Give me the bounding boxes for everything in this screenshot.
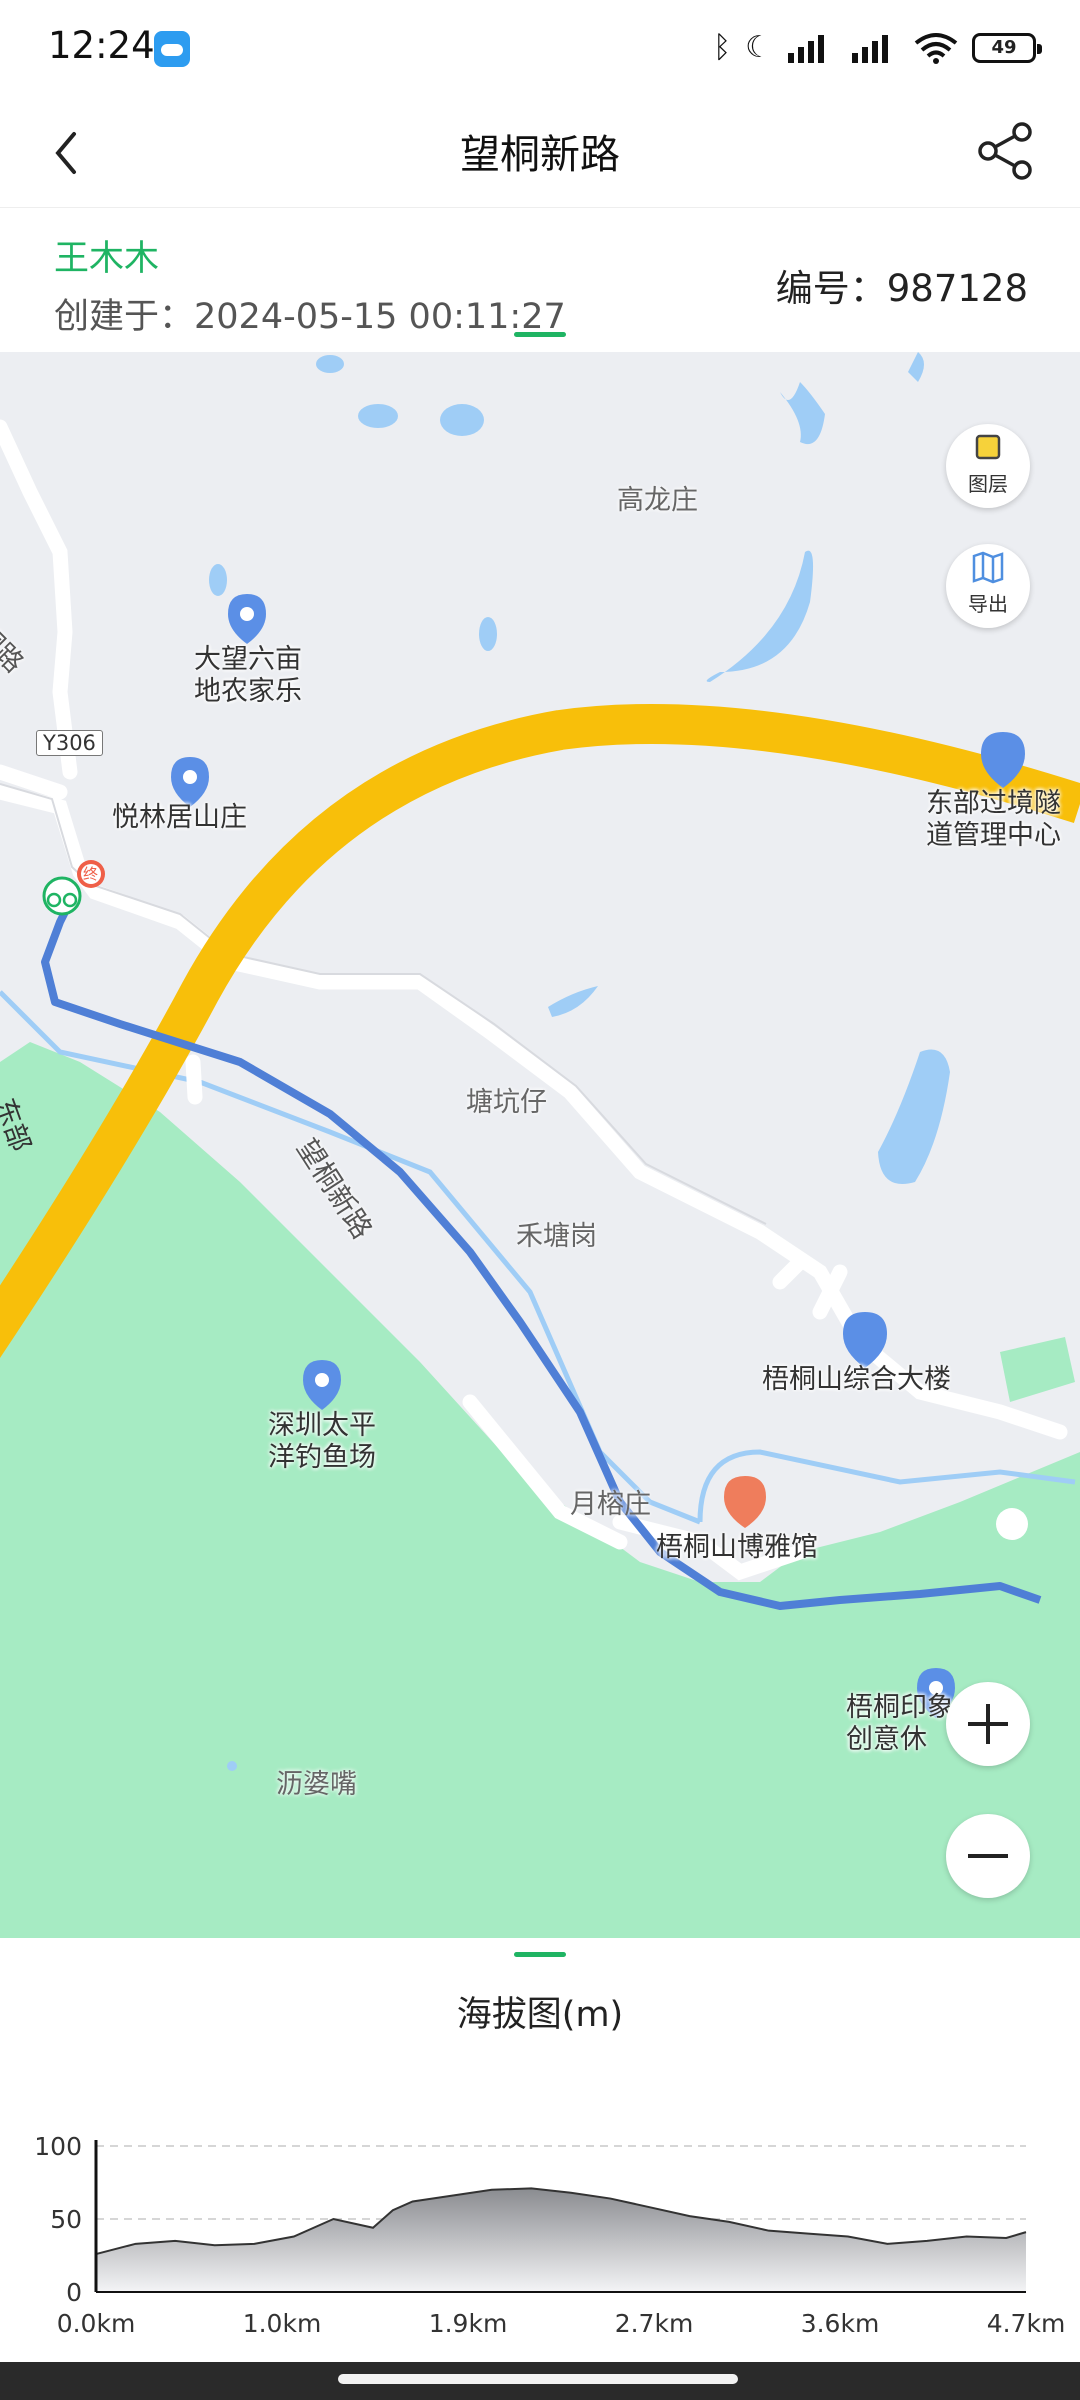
number-value: 987128 <box>886 267 1028 310</box>
layers-label: 图层 <box>968 472 1008 496</box>
created-at: 创建于：2024-05-15 00:11:27 <box>54 288 566 339</box>
signal-icon-2 <box>852 35 888 63</box>
y-tick-label: 50 <box>50 2205 82 2234</box>
signal-icon <box>788 35 824 63</box>
drag-indicator[interactable] <box>514 332 566 337</box>
x-tick-label: 0.0km <box>57 2309 136 2338</box>
zoom-out-button[interactable] <box>946 1814 1030 1898</box>
status-time: 12:24 <box>48 24 155 67</box>
zoom-in-button[interactable] <box>946 1682 1030 1766</box>
poi-tunnel-center[interactable]: 东部过境隧 道管理中心 <box>926 788 1080 852</box>
number-label: 编号： <box>775 267 887 310</box>
x-tick-label: 4.7km <box>987 2309 1066 2338</box>
poi-yuelin[interactable]: 悦林居山庄 <box>112 802 247 834</box>
battery-icon: 49 <box>972 33 1042 63</box>
place-label-lipozui: 沥婆嘴 <box>276 1769 357 1800</box>
cloud-app-icon <box>154 31 190 67</box>
place-label-gaolongzhuang: 高龙庄 <box>617 485 698 516</box>
export-label: 导出 <box>968 592 1008 616</box>
home-gesture-handle[interactable] <box>338 2374 738 2384</box>
road-label-y306: Y306 <box>36 730 103 756</box>
layers-icon <box>975 434 1001 460</box>
x-tick-label: 2.7km <box>615 2309 694 2338</box>
map-view[interactable]: 高龙庄 塘坑仔 禾塘岗 月榕庄 沥婆嘴 大望六亩 地农家乐 悦林居山庄 东部过境… <box>0 352 1080 1938</box>
y-tick-label: 100 <box>34 2132 82 2161</box>
created-value: 2024-05-15 00:11:27 <box>194 297 566 337</box>
x-tick-label: 3.6km <box>801 2309 880 2338</box>
place-label-tangkengzai: 塘坑仔 <box>466 1087 547 1118</box>
track-info: 王木木 创建于：2024-05-15 00:11:27 编号：987128 <box>0 208 1080 352</box>
share-button[interactable] <box>972 116 1042 186</box>
author-name[interactable]: 王木木 <box>54 230 159 281</box>
plus-icon <box>968 1704 1008 1744</box>
navigation-bar <box>0 2362 1080 2400</box>
place-label-yuerongzhuang: 月榕庄 <box>570 1489 651 1520</box>
status-bar: 12:24 ᛒ ☾ 49 <box>0 0 1080 96</box>
elevation-panel: 海拔图(m) 100 50 0 0.0km 1.0km 1.9km 2.7km 3.6km 4.… <box>0 1938 1080 2362</box>
x-tick-label: 1.9km <box>429 2309 508 2338</box>
status-icons: ᛒ ☾ 49 <box>713 26 1042 70</box>
elevation-chart: 100 50 00.0km 1.0km 1.9km 2.7km 3.6km 4.7km <box>34 2132 1066 2338</box>
poi-boya-museum[interactable]: 梧桐山博雅馆 <box>656 1532 818 1564</box>
export-button[interactable]: 导出 <box>946 544 1030 628</box>
poi-fishing-ground[interactable]: 深圳太平 洋钓鱼场 <box>250 1410 394 1474</box>
x-tick-label: 1.0km <box>243 2309 322 2338</box>
minus-icon <box>968 1854 1008 1858</box>
forest-patch <box>1000 1337 1075 1402</box>
record-number: 编号：987128 <box>776 258 1028 312</box>
top-bar: 望桐新路 <box>0 96 1080 208</box>
wifi-icon <box>914 33 958 64</box>
elevation-area <box>96 2188 1026 2292</box>
poi-farmhouse[interactable]: 大望六亩 地农家乐 <box>176 644 320 708</box>
poi-wutong-building[interactable]: 梧桐山综合大楼 <box>762 1364 951 1396</box>
moon-icon: ☾ <box>745 30 772 65</box>
page-title: 望桐新路 <box>460 132 620 178</box>
map-export-icon <box>972 551 1004 584</box>
end-marker-label: 终 <box>83 865 99 883</box>
y-tick-label: 0 <box>66 2278 82 2307</box>
created-label: 创建于： <box>54 297 195 337</box>
share-icon <box>978 122 1032 180</box>
layers-button[interactable]: 图层 <box>946 424 1030 508</box>
bluetooth-icon: ᛒ <box>713 30 732 65</box>
place-label-hetanggang: 禾塘岗 <box>516 1221 597 1252</box>
